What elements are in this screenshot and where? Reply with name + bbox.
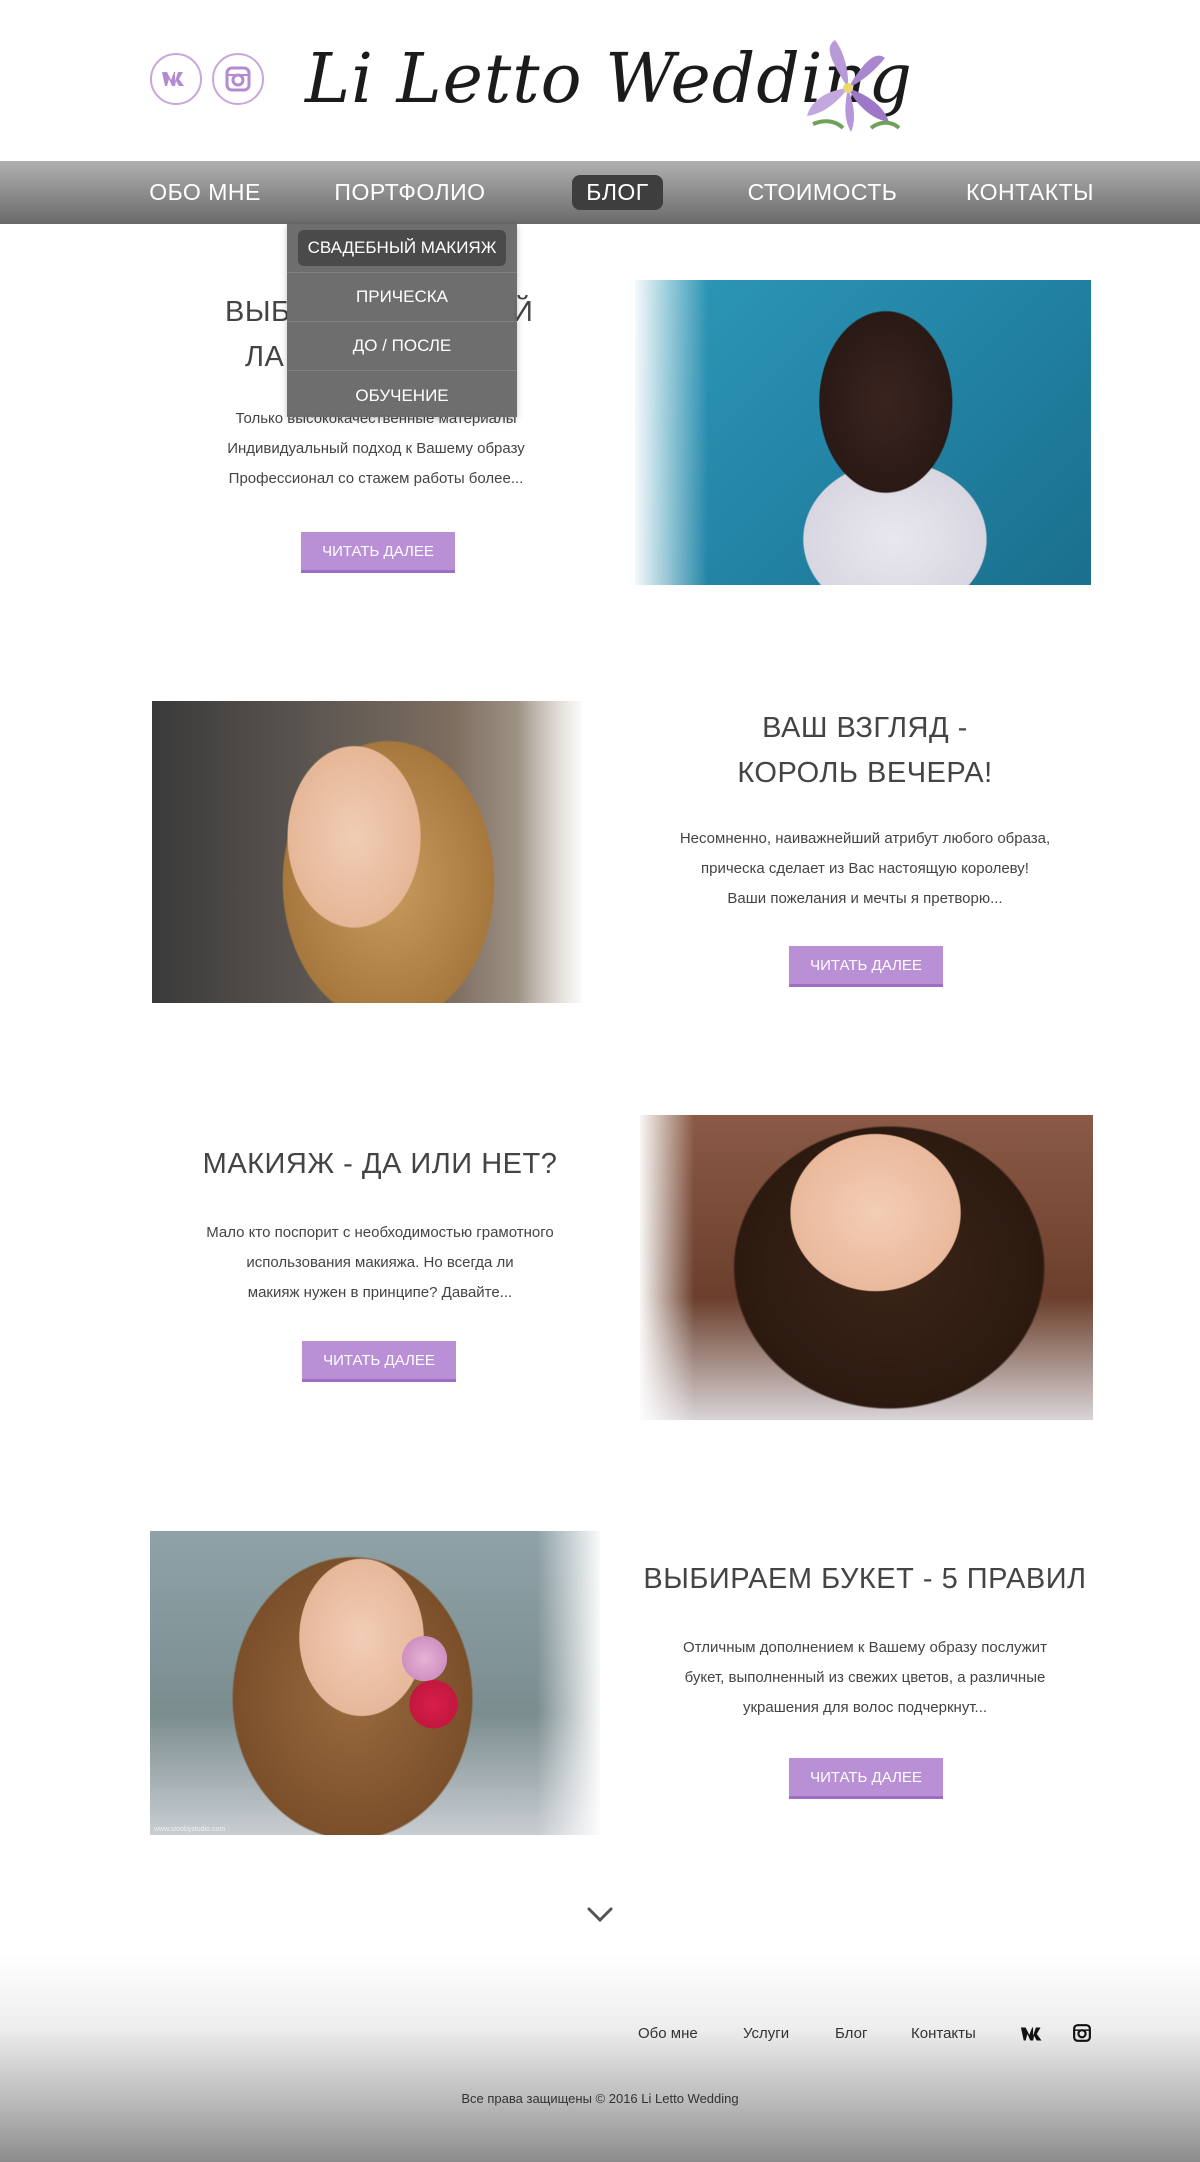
post-3-title: МАКИЯЖ - ДА ИЛИ НЕТ? xyxy=(202,1148,558,1180)
vk-icon[interactable] xyxy=(150,53,202,105)
post-2-photo[interactable] xyxy=(152,701,582,1003)
post-3-photo[interactable] xyxy=(640,1115,1093,1420)
footer-link-about[interactable]: Обо мне xyxy=(638,2025,698,2042)
post-1-read-more-button[interactable]: ЧИТАТЬ ДАЛЕЕ xyxy=(301,532,455,573)
footer-link-blog[interactable]: Блог xyxy=(835,2025,867,2042)
instagram-icon[interactable] xyxy=(1072,2023,1092,2043)
post-2-read-more-button[interactable]: ЧИТАТЬ ДАЛЕЕ xyxy=(789,946,943,987)
dropdown-item-training[interactable]: ОБУЧЕНИЕ xyxy=(287,371,517,420)
footer-link-services[interactable]: Услуги xyxy=(743,2025,789,2042)
main-nav: ОБО МНЕ ПОРТФОЛИО БЛОГ СТОИМОСТЬ КОНТАКТ… xyxy=(0,161,1200,224)
instagram-icon[interactable] xyxy=(212,53,264,105)
nav-item-portfolio[interactable]: ПОРТФОЛИО xyxy=(320,161,500,224)
site-logo[interactable]: Li Letto Wedding xyxy=(305,22,912,140)
nav-item-blog[interactable]: БЛОГ xyxy=(560,161,675,224)
dropdown-item-hairstyle[interactable]: ПРИЧЕСКА xyxy=(287,273,517,322)
post-4-photo[interactable]: www.stoobystudio.com xyxy=(150,1531,600,1835)
vk-icon[interactable] xyxy=(1020,2025,1048,2043)
post-4-read-more-button[interactable]: ЧИТАТЬ ДАЛЕЕ xyxy=(789,1758,943,1799)
nav-item-pricing[interactable]: СТОИМОСТЬ xyxy=(730,161,915,224)
nav-item-about[interactable]: ОБО МНЕ xyxy=(140,161,270,224)
post-4-excerpt: Отличным дополнением к Вашему образу пос… xyxy=(683,1639,1047,1716)
footer-link-contacts[interactable]: Контакты xyxy=(911,2025,976,2042)
dropdown-item-wedding-makeup[interactable]: СВАДЕБНЫЙ МАКИЯЖ xyxy=(287,224,517,273)
post-3-read-more-button[interactable]: ЧИТАТЬ ДАЛЕЕ xyxy=(302,1341,456,1382)
post-2-excerpt: Несомненно, наиважнейший атрибут любого … xyxy=(679,830,1051,907)
post-2-title: ВАШ ВЗГЛЯД - КОРОЛЬ ВЕЧЕРА! xyxy=(737,712,993,789)
post-4-title: ВЫБИРАЕМ БУКЕТ - 5 ПРАВИЛ xyxy=(643,1563,1087,1595)
post-1-photo[interactable] xyxy=(635,280,1091,585)
lily-flower-icon xyxy=(807,40,901,132)
dropdown-item-before-after[interactable]: ДО / ПОСЛЕ xyxy=(287,322,517,371)
chevron-down-icon[interactable] xyxy=(586,1905,614,1925)
post-1-title-right: Й xyxy=(512,296,534,328)
photo-watermark: www.stoobystudio.com xyxy=(154,1826,226,1833)
copyright-text: Все права защищены © 2016 Li Letto Weddi… xyxy=(461,2091,739,2106)
header-social xyxy=(150,53,264,105)
blog-dropdown-menu: СВАДЕБНЫЙ МАКИЯЖ ПРИЧЕСКА ДО / ПОСЛЕ ОБУ… xyxy=(287,224,517,417)
nav-item-contacts[interactable]: КОНТАКТЫ xyxy=(955,161,1105,224)
post-3-excerpt: Мало кто поспорит с необходимостью грамо… xyxy=(206,1224,554,1301)
footer: Обо мне Услуги Блог Контакты Все права з… xyxy=(0,1955,1200,2162)
